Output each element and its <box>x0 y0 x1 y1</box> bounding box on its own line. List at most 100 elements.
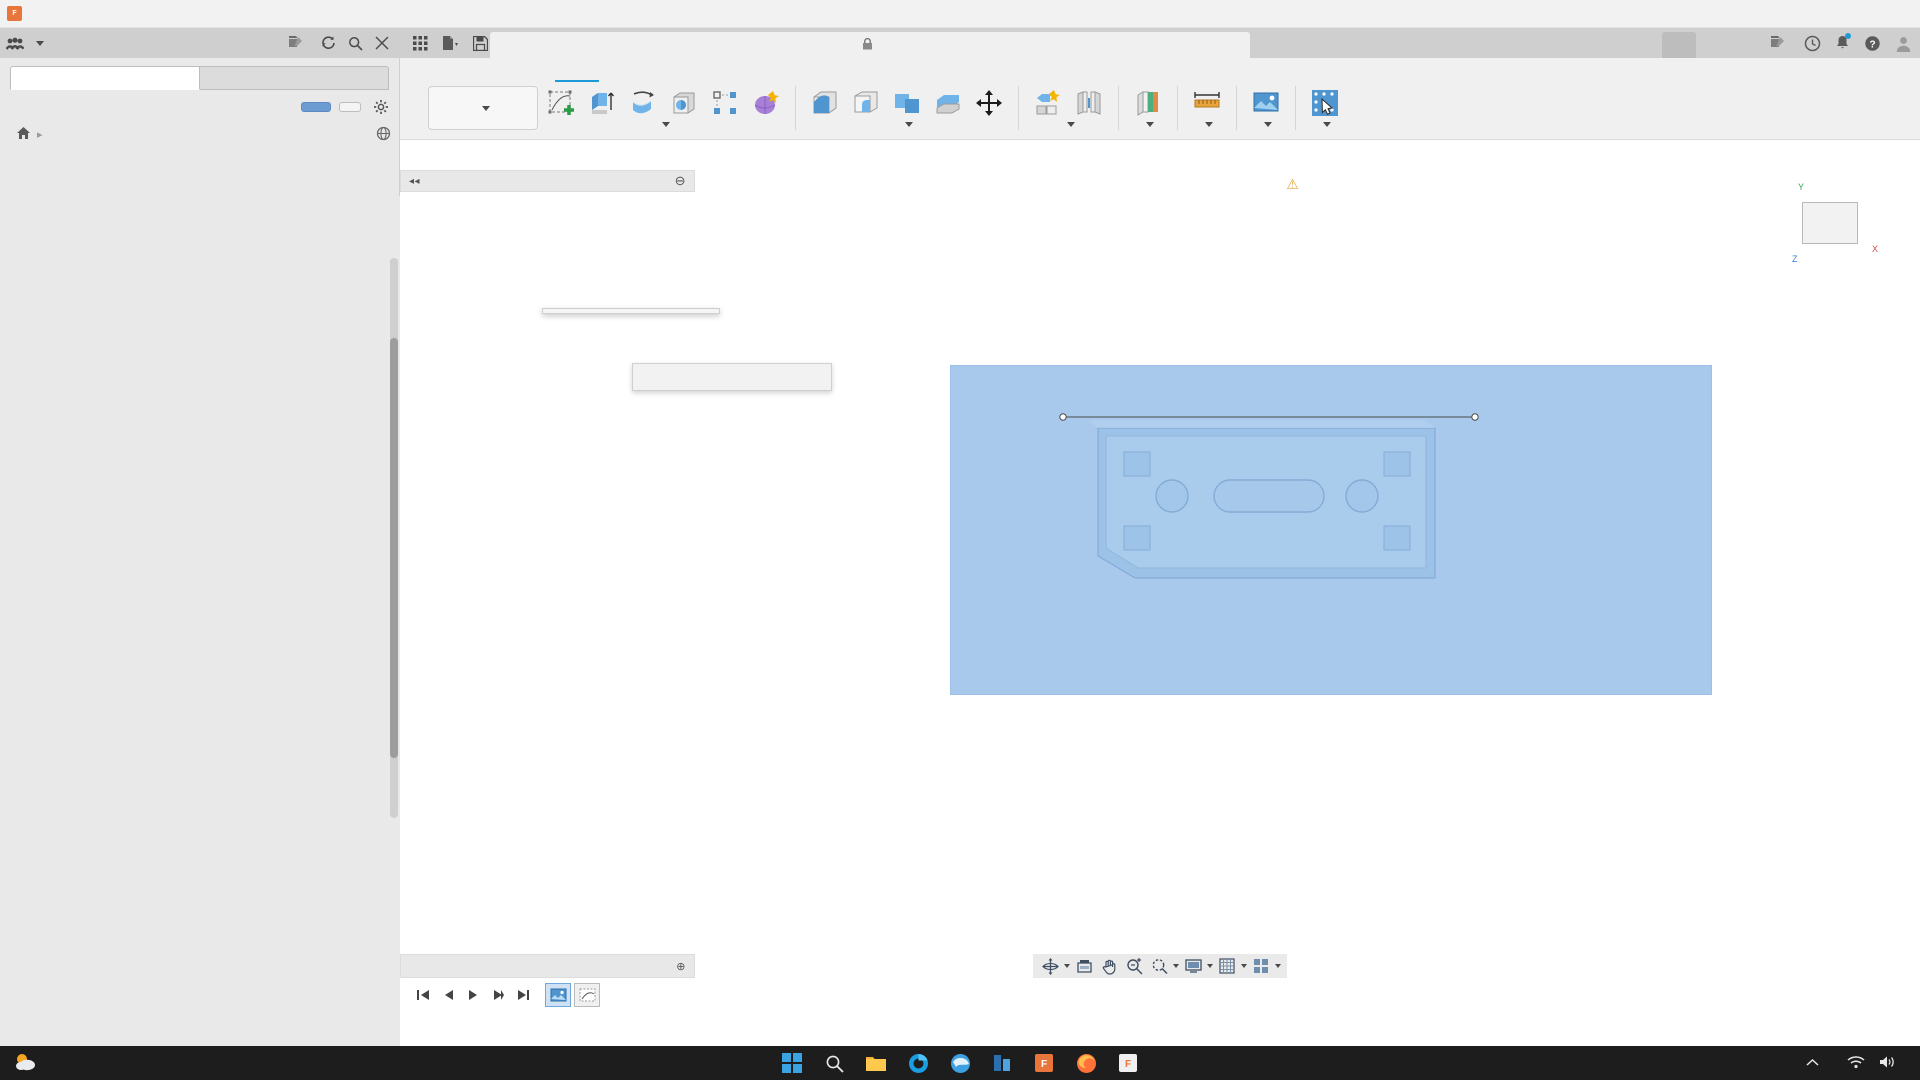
wifi-icon[interactable] <box>1847 1055 1865 1072</box>
chevron-down-icon[interactable] <box>36 41 44 46</box>
grid-snap-icon[interactable] <box>1216 956 1238 976</box>
edge-app-icon[interactable] <box>948 1051 972 1075</box>
new-folder-button[interactable] <box>339 102 361 112</box>
weather-widget[interactable] <box>0 1052 46 1075</box>
firefox-app-icon[interactable] <box>1074 1051 1098 1075</box>
close-panel-icon[interactable] <box>375 36 389 50</box>
tab-data[interactable] <box>10 66 200 90</box>
fusion-taskbar-icon-1[interactable]: F <box>1032 1051 1056 1075</box>
view-cube-face-top[interactable] <box>1802 202 1858 244</box>
notifications-bell-icon[interactable] <box>1835 35 1850 51</box>
measure-icon[interactable] <box>1190 86 1224 120</box>
upload-button[interactable] <box>301 102 331 112</box>
jobs-status-right[interactable] <box>1770 35 1790 52</box>
ribbon-group-label-insert[interactable] <box>1260 122 1272 127</box>
part-body[interactable] <box>1084 416 1449 591</box>
timeline-prev-icon[interactable] <box>437 984 459 1006</box>
collapse-icon[interactable]: ◂◂ <box>409 176 420 187</box>
combine-icon[interactable] <box>890 86 924 120</box>
volume-icon[interactable] <box>1879 1055 1896 1072</box>
timeline-play-icon[interactable] <box>462 984 484 1006</box>
chevron-down-icon[interactable] <box>1207 964 1213 968</box>
tray-expand-icon[interactable] <box>1806 1056 1819 1070</box>
ribbon-tab-utilities[interactable] <box>775 58 819 82</box>
select-cursor-icon[interactable] <box>1308 86 1342 120</box>
add-comment-icon[interactable]: ⊕ <box>676 960 686 973</box>
fusion-taskbar-icon-active[interactable]: F <box>1116 1051 1140 1075</box>
close-button[interactable] <box>1874 0 1920 28</box>
chevron-down-icon[interactable] <box>1064 964 1070 968</box>
offset-plane-icon[interactable] <box>1131 86 1165 120</box>
ribbon-tab-plastic[interactable] <box>731 58 775 82</box>
chevron-down-icon[interactable] <box>1241 964 1247 968</box>
home-icon[interactable] <box>16 126 31 143</box>
search-icon[interactable] <box>348 36 363 51</box>
ribbon-group-label-select[interactable] <box>1319 122 1331 127</box>
scrollbar-thumb[interactable] <box>390 338 398 758</box>
browser-tree[interactable] <box>400 192 695 198</box>
ribbon-tab-mesh[interactable] <box>643 58 687 82</box>
display-settings-icon[interactable] <box>1182 956 1204 976</box>
insert-canvas-icon[interactable] <box>1249 86 1283 120</box>
pan-hand-icon[interactable] <box>1098 956 1120 976</box>
viewports-layout-icon[interactable] <box>1250 956 1272 976</box>
minimize-button[interactable] <box>1782 0 1828 28</box>
file-explorer-icon[interactable] <box>864 1051 888 1075</box>
recent-clock-icon[interactable] <box>1804 35 1821 52</box>
zoom-window-icon[interactable] <box>1148 956 1170 976</box>
timeline-next-icon[interactable] <box>487 984 509 1006</box>
refresh-icon[interactable] <box>320 35 336 51</box>
gear-icon[interactable] <box>373 99 389 115</box>
document-tab-untitled[interactable] <box>490 32 1250 58</box>
comments-bar[interactable]: ⊕ <box>400 954 695 978</box>
create-form-icon[interactable] <box>749 86 783 120</box>
shell-icon[interactable] <box>931 86 965 120</box>
ribbon-group-label-assemble[interactable] <box>1063 122 1075 127</box>
timeline-feature-canvas[interactable] <box>545 983 571 1007</box>
slack-app-icon[interactable] <box>990 1051 1014 1075</box>
press-pull-icon[interactable] <box>808 86 842 120</box>
view-cube[interactable]: Y X Z <box>1784 180 1884 270</box>
app-grid-icon[interactable] <box>406 30 434 56</box>
create-sketch-icon[interactable] <box>544 86 578 120</box>
chevron-down-icon[interactable] <box>1173 964 1179 968</box>
tab-people[interactable] <box>200 66 389 90</box>
chevron-down-icon[interactable] <box>1275 964 1281 968</box>
start-button[interactable] <box>780 1051 804 1075</box>
timeline-last-icon[interactable] <box>512 984 534 1006</box>
data-panel-file-list[interactable] <box>0 196 400 1076</box>
ribbon-tab-sheet-metal[interactable] <box>687 58 731 82</box>
taskbar-search-icon[interactable] <box>822 1051 846 1075</box>
ribbon-tab-solid[interactable] <box>555 58 599 82</box>
data-panel-scrollbar[interactable] <box>390 258 398 818</box>
avatar[interactable] <box>1895 35 1912 52</box>
close-tab-button[interactable] <box>1630 32 1658 58</box>
move-copy-icon[interactable] <box>972 86 1006 120</box>
new-tab-button[interactable] <box>1662 32 1696 58</box>
browser-app-icon[interactable] <box>906 1051 930 1075</box>
fillet-icon[interactable] <box>849 86 883 120</box>
canvas-context-menu[interactable] <box>542 308 720 314</box>
timeline-feature-sketch[interactable] <box>574 983 600 1007</box>
jobs-status[interactable] <box>288 35 308 52</box>
pattern-icon[interactable] <box>708 86 742 120</box>
sweep-icon[interactable] <box>667 86 701 120</box>
minimize-browser-icon[interactable]: ⊖ <box>675 173 686 189</box>
revolve-icon[interactable] <box>626 86 660 120</box>
orbit-icon[interactable] <box>1039 956 1061 976</box>
ribbon-group-label-inspect[interactable] <box>1201 122 1213 127</box>
zoom-icon[interactable] <box>1123 956 1145 976</box>
workspace-selector-design[interactable] <box>428 86 538 130</box>
ribbon-group-label-modify[interactable] <box>901 122 913 127</box>
viewport[interactable]: ⚠ <box>695 170 1920 776</box>
look-at-icon[interactable] <box>1073 956 1095 976</box>
joint-icon[interactable] <box>1072 86 1106 120</box>
new-component-icon[interactable] <box>1031 86 1065 120</box>
ribbon-group-label-construct[interactable] <box>1142 122 1154 127</box>
globe-icon[interactable] <box>376 126 391 144</box>
timeline-first-icon[interactable] <box>412 984 434 1006</box>
ribbon-tab-surface[interactable] <box>599 58 643 82</box>
canvas-handles[interactable] <box>1059 413 1479 421</box>
extrude-icon[interactable] <box>585 86 619 120</box>
maximize-button[interactable] <box>1828 0 1874 28</box>
